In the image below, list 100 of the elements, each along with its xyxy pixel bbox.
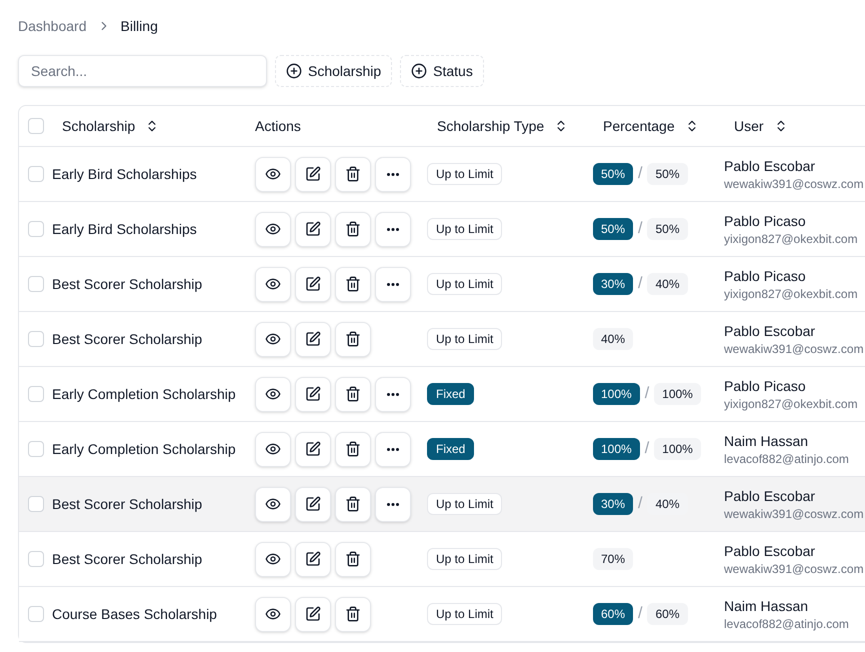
view-button[interactable]	[255, 266, 291, 302]
checkbox[interactable]	[28, 441, 44, 457]
delete-button[interactable]	[335, 156, 371, 192]
percentage-badge: 40%	[593, 328, 634, 350]
column-header: Actions	[255, 117, 301, 136]
edit-button[interactable]	[295, 266, 331, 302]
column-header[interactable]: Scholarship Type	[427, 110, 578, 142]
checkbox[interactable]	[28, 166, 44, 182]
view-button[interactable]	[255, 542, 291, 576]
type-badge: Up to Limit	[427, 163, 502, 185]
pencil-square-icon	[305, 386, 321, 402]
checkbox[interactable]	[28, 276, 44, 292]
delete-button[interactable]	[335, 596, 371, 632]
slash-separator: /	[638, 274, 642, 294]
column-header[interactable]: Percentage	[593, 110, 709, 142]
checkbox[interactable]	[28, 606, 44, 622]
percentage-badge: 50%	[593, 163, 634, 185]
eye-icon	[265, 386, 281, 402]
eye-icon	[265, 331, 281, 347]
ellipsis-icon	[387, 502, 399, 506]
slash-separator: /	[638, 604, 642, 624]
user-email: wewakiw391@coswz.com	[724, 506, 865, 522]
trash-icon	[345, 551, 361, 567]
checkbox[interactable]	[28, 551, 44, 567]
search-field[interactable]: Search...	[18, 55, 267, 87]
user-name: Naim Hassan	[724, 597, 810, 616]
filter-button[interactable]: Scholarship	[275, 55, 392, 87]
trash-icon	[345, 221, 361, 237]
percentage-badge: 40%	[647, 273, 688, 295]
delete-button[interactable]	[335, 542, 371, 576]
percentage-badge: 30%	[593, 493, 634, 515]
pencil-square-icon	[305, 441, 321, 457]
pencil-square-icon	[305, 551, 321, 567]
view-button[interactable]	[255, 486, 291, 522]
pencil-square-icon	[305, 606, 321, 622]
delete-button[interactable]	[335, 266, 371, 302]
column-header[interactable]: User	[724, 110, 798, 142]
ellipsis-icon	[387, 392, 399, 396]
ellipsis-icon	[387, 228, 399, 230]
view-button[interactable]	[255, 156, 291, 192]
pencil-square-icon	[305, 166, 321, 182]
breadcrumb-link[interactable]: Billing	[120, 16, 158, 36]
view-button[interactable]	[255, 212, 291, 246]
edit-button[interactable]	[295, 486, 331, 522]
user-name: Naim Hassan	[724, 432, 810, 451]
scholarship-name: Early Bird Scholarships	[52, 165, 197, 184]
type-badge: Up to Limit	[427, 603, 502, 625]
column-header[interactable]: Scholarship	[52, 110, 170, 142]
pencil-square-icon	[305, 276, 321, 292]
user-name: Pablo Picaso	[724, 377, 807, 396]
checkbox[interactable]	[28, 221, 44, 237]
view-button[interactable]	[255, 596, 291, 632]
eye-icon	[265, 276, 281, 292]
edit-button[interactable]	[295, 432, 331, 466]
scholarship-name: Early Completion Scholarship	[52, 440, 236, 459]
user-email: levacof882@atinjo.com	[724, 451, 850, 467]
trash-icon	[345, 606, 361, 622]
delete-button[interactable]	[335, 212, 371, 246]
percentage-badge: 60%	[647, 603, 688, 625]
percentage-badge: 50%	[593, 218, 634, 240]
breadcrumb-link[interactable]: Dashboard	[18, 16, 86, 36]
delete-button[interactable]	[335, 376, 371, 412]
trash-icon	[345, 386, 361, 402]
scholarship-name: Best Scorer Scholarship	[52, 275, 202, 294]
slash-separator: /	[638, 164, 642, 184]
trash-icon	[345, 441, 361, 457]
edit-button[interactable]	[295, 212, 331, 246]
edit-button[interactable]	[295, 376, 331, 412]
user-name: Pablo Escobar	[724, 487, 816, 506]
type-badge: Up to Limit	[427, 328, 502, 350]
trash-icon	[345, 331, 361, 347]
user-email: levacof882@atinjo.com	[724, 616, 850, 632]
slash-separator: /	[638, 494, 642, 514]
user-name: Pablo Escobar	[724, 322, 816, 341]
edit-button[interactable]	[295, 156, 331, 192]
checkbox[interactable]	[28, 496, 44, 512]
edit-button[interactable]	[295, 596, 331, 632]
checkbox[interactable]	[28, 118, 44, 134]
plus-circle-icon	[411, 63, 428, 79]
pencil-square-icon	[305, 496, 321, 512]
view-button[interactable]	[255, 322, 291, 356]
scholarship-name: Best Scorer Scholarship	[52, 330, 202, 349]
filter-button[interactable]: Status	[400, 55, 484, 87]
delete-button[interactable]	[335, 432, 371, 466]
eye-icon	[265, 221, 281, 237]
checkbox[interactable]	[28, 386, 44, 402]
scholarship-name: Course Bases Scholarship	[52, 605, 217, 624]
view-button[interactable]	[255, 432, 291, 466]
delete-button[interactable]	[335, 322, 371, 356]
trash-icon	[345, 166, 361, 182]
percentage-badge: 100%	[593, 383, 640, 405]
type-badge: Up to Limit	[427, 218, 502, 240]
type-badge: Up to Limit	[427, 273, 502, 295]
edit-button[interactable]	[295, 542, 331, 576]
edit-button[interactable]	[295, 322, 331, 356]
plus-circle-icon	[286, 63, 302, 79]
user-name: Pablo Escobar	[724, 542, 816, 561]
checkbox[interactable]	[28, 331, 44, 347]
view-button[interactable]	[255, 376, 291, 412]
delete-button[interactable]	[335, 486, 371, 522]
